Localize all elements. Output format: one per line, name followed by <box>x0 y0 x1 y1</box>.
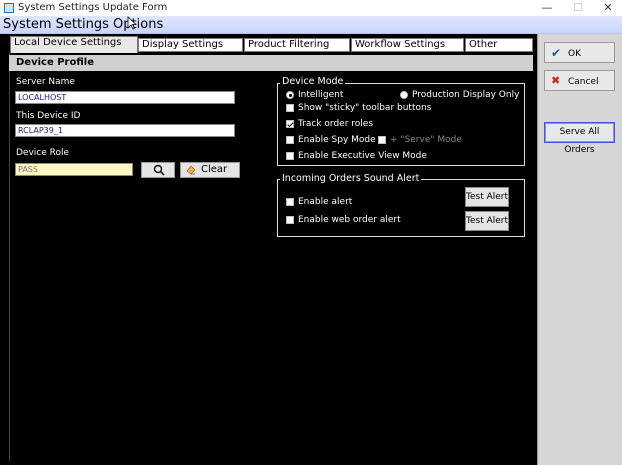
intelligent-radio[interactable] <box>286 91 294 99</box>
intelligent-label: Intelligent <box>298 90 344 100</box>
enable-web-order-alert-label: Enable web order alert <box>298 215 401 225</box>
tab-workflow-settings[interactable]: Workflow Settings <box>351 38 464 52</box>
device-role-label: Device Role <box>16 148 70 158</box>
eraser-icon <box>186 165 196 175</box>
title-bar: System Settings Update Form — ☐ ✕ <box>0 0 622 16</box>
device-profile-title: Device Profile <box>16 57 94 68</box>
mouse-cursor-icon <box>127 16 137 30</box>
server-name-field[interactable]: LOCALHOST <box>15 91 235 104</box>
sticky-toolbar-label: Show "sticky" toolbar buttons <box>298 103 432 113</box>
device-mode-title: Device Mode <box>280 76 346 87</box>
close-button[interactable]: ✕ <box>593 0 622 16</box>
device-profile-header: Device Profile <box>9 55 533 71</box>
tab-display-settings[interactable]: Display Settings <box>138 38 243 52</box>
window-title: System Settings Update Form <box>18 2 168 13</box>
enable-alert-label: Enable alert <box>298 197 353 207</box>
sound-alert-title: Incoming Orders Sound Alert <box>280 173 422 184</box>
cancel-label: Cancel <box>568 77 599 87</box>
ok-label: OK <box>568 49 581 59</box>
spy-mode-label: Enable Spy Mode <box>298 135 376 145</box>
track-order-roles-label: Track order roles <box>298 119 374 129</box>
minimize-button[interactable]: — <box>532 0 562 16</box>
serve-mode-checkbox[interactable] <box>378 136 386 144</box>
maximize-button[interactable]: ☐ <box>563 0 593 16</box>
production-display-label: Production Display Only <box>412 90 520 100</box>
track-order-roles-checkbox[interactable] <box>286 120 294 128</box>
tab-local-device-settings[interactable]: Local Device Settings <box>10 36 138 53</box>
executive-view-checkbox[interactable] <box>286 152 294 160</box>
page-title: System Settings Options <box>3 17 164 32</box>
app-icon <box>4 3 14 13</box>
check-icon: ✔ <box>551 46 562 60</box>
production-display-radio[interactable] <box>400 91 408 99</box>
test-web-alert-button[interactable]: Test Alert <box>465 211 509 231</box>
action-panel <box>537 34 622 465</box>
sticky-toolbar-checkbox[interactable] <box>286 104 294 112</box>
server-name-label: Server Name <box>16 77 75 87</box>
enable-web-order-alert-checkbox[interactable] <box>286 216 294 224</box>
tab-other[interactable]: Other <box>465 38 533 52</box>
test-alert-button[interactable]: Test Alert <box>465 187 509 207</box>
clear-button-label: Clear <box>201 164 228 175</box>
search-button[interactable] <box>141 162 175 178</box>
spy-mode-checkbox[interactable] <box>286 136 294 144</box>
serve-all-orders-button[interactable]: Serve All Orders <box>544 122 615 155</box>
device-id-field[interactable]: RCLAP39_1 <box>15 124 235 137</box>
x-icon: ✖ <box>551 74 561 87</box>
device-role-field[interactable]: PASS <box>15 163 133 176</box>
executive-view-label: Enable Executive View Mode <box>298 151 427 161</box>
enable-alert-checkbox[interactable] <box>286 198 294 206</box>
clear-button[interactable]: Clear <box>180 162 240 178</box>
cancel-button[interactable]: ✖ Cancel <box>544 70 615 91</box>
serve-mode-label: + "Serve" Mode <box>390 135 462 145</box>
tab-product-filtering[interactable]: Product Filtering <box>244 38 350 52</box>
magnifier-icon <box>153 164 165 176</box>
header-bar: System Settings Options <box>0 16 622 34</box>
serve-all-orders-label: Serve All Orders <box>559 127 600 155</box>
device-id-label: This Device ID <box>16 111 81 121</box>
ok-button[interactable]: ✔ OK <box>544 42 615 63</box>
